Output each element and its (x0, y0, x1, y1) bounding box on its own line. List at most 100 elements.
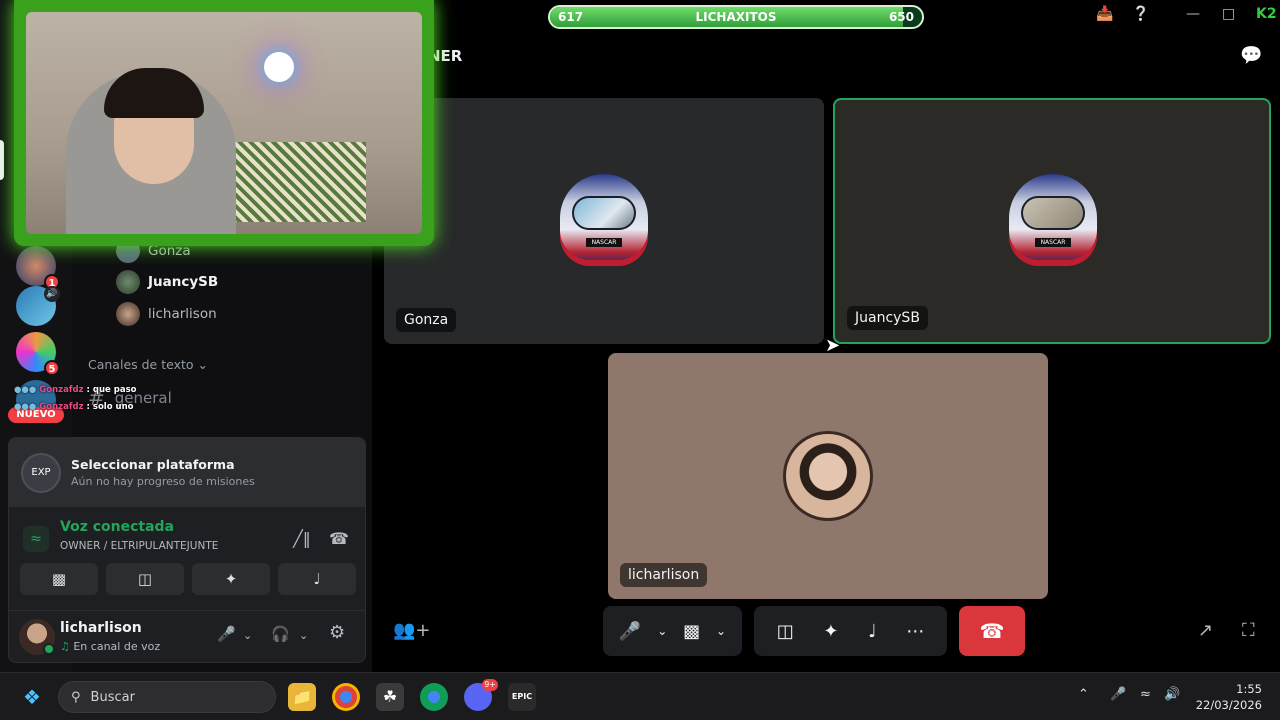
chrome-icon[interactable] (332, 683, 360, 711)
text-channels-category[interactable]: Canales de texto ⌄ (88, 357, 208, 372)
chevron-down-icon[interactable]: ⌄ (657, 624, 667, 638)
tile-name-label: JuancySB (847, 306, 928, 330)
activities-icon[interactable]: ✦ (823, 621, 838, 642)
game-app-icon[interactable]: ☘ (376, 683, 404, 711)
popout-icon[interactable]: ↗ (1198, 620, 1213, 641)
screen-share-icon[interactable]: ◫ (777, 621, 794, 642)
voice-user[interactable]: JuancySB (116, 268, 218, 296)
chat-overlay-line: ●●● Gonzafdz : solo uno (14, 402, 133, 412)
user-panel: EXP Seleccionar plataforma Aún no hay pr… (8, 437, 366, 663)
discord-badge: 9+ (482, 679, 498, 691)
more-icon[interactable]: ⋯ (906, 621, 924, 642)
emote-icon: ●●● (14, 402, 37, 412)
voice-user-name: licharlison (148, 306, 217, 322)
voice-user[interactable]: licharlison (116, 300, 217, 328)
soundboard-icon: ♩ (313, 570, 321, 588)
search-icon: ⚲ (71, 689, 81, 705)
server-icon-1[interactable]: 1 (16, 246, 60, 290)
epic-games-icon[interactable]: EPIC (508, 683, 536, 711)
mic-camera-controls: 🎤 ⌄ ▩ ⌄ (603, 606, 742, 656)
discord-icon[interactable]: 9+ (464, 679, 498, 711)
camera-off-icon[interactable]: ▩ (683, 621, 700, 642)
chat-text: : solo uno (86, 402, 134, 412)
video-tile-juancysb[interactable]: NASCAR JuancySB (833, 98, 1271, 344)
tile-name-label: Gonza (396, 308, 457, 332)
time: 1:55 (1236, 682, 1262, 696)
webcam-feed (26, 12, 422, 234)
taskbar-search[interactable]: ⚲ Buscar (58, 681, 276, 713)
minimize-icon[interactable]: — (1186, 6, 1200, 22)
quest-title: Seleccionar plataforma (71, 457, 235, 472)
disconnect-icon[interactable]: ☎ (326, 526, 352, 552)
soundboard-icon[interactable]: ♩ (868, 621, 877, 642)
webcam-overlay (14, 0, 434, 246)
chevron-down-icon: ⌄ (197, 357, 209, 372)
file-explorer-icon[interactable]: 📁 (288, 683, 316, 711)
avatar (116, 270, 140, 294)
table (226, 142, 366, 222)
server-badge: 5 (44, 360, 60, 376)
avatar: NASCAR (560, 174, 648, 266)
user-bar: licharlison ♫ En canal de voz 🎤 ⌄ 🎧 ⌄ ⚙ (9, 610, 365, 662)
gear-icon[interactable]: ⚙ (329, 622, 345, 643)
voice-actions: ▩ ◫ ✦ ♩ (20, 563, 356, 595)
invite-icon[interactable]: 👥+ (393, 620, 431, 641)
screen-share-icon: ◫ (137, 570, 153, 588)
noise-suppression-icon[interactable]: ╱‖ (289, 526, 315, 552)
voice-status[interactable]: Voz conectada (60, 519, 174, 535)
discord-window: 1 🔊 5 NUEVO Gonza JuancySB licharlison C… (0, 0, 1280, 720)
help-icon[interactable]: ❔ (1132, 6, 1149, 22)
fullscreen-icon[interactable]: ⛶ (1242, 620, 1255, 641)
chrome-profile-icon[interactable] (420, 683, 448, 711)
xp-icon: EXP (21, 452, 61, 493)
voice-connection: ≈ Voz conectada OWNER / ELTRIPULANTEJUNT… (9, 516, 365, 560)
video-tile-gonza[interactable]: NASCAR Gonza (384, 98, 824, 344)
signal-icon[interactable]: ≈ (23, 526, 49, 552)
avatar (116, 302, 140, 326)
xp-bar: 617 LICHAXITOS 650 (548, 5, 924, 29)
chevron-down-icon[interactable]: ⌄ (299, 629, 308, 642)
mic-tray-icon[interactable]: 🎤 (1110, 687, 1126, 702)
hangup-icon: ☎ (979, 619, 1005, 643)
mouse-cursor: ➤ (825, 335, 841, 356)
activity-controls: ◫ ✦ ♩ ⋯ (754, 606, 947, 656)
video-tile-licharlison[interactable]: licharlison (608, 353, 1048, 599)
inbox-icon[interactable]: 📥 (1096, 6, 1113, 22)
tile-name-label: licharlison (620, 563, 708, 587)
speaker-icon: 🔊 (44, 286, 60, 302)
voice-icon: ♫ (60, 640, 74, 653)
activities-button[interactable]: ✦ (192, 563, 270, 595)
avatar (783, 431, 873, 521)
volume-icon[interactable]: 🔊 (1164, 687, 1180, 702)
camera-off-icon: ▩ (51, 570, 67, 588)
selected-server-pill (0, 140, 4, 180)
chat-text: : que paso (86, 385, 137, 395)
chevron-down-icon[interactable]: ⌄ (716, 624, 726, 638)
soundboard-button[interactable]: ♩ (278, 563, 356, 595)
camera-off-button[interactable]: ▩ (20, 563, 98, 595)
xp-right-value: 650 (888, 10, 914, 24)
maximize-icon[interactable]: □ (1222, 6, 1235, 22)
headphones-icon[interactable]: 🎧 (271, 625, 290, 643)
mic-icon[interactable]: 🎤 (619, 621, 641, 642)
clock[interactable]: 1:55 22/03/2026 (1196, 681, 1262, 713)
hangup-button[interactable]: ☎ (959, 606, 1025, 656)
date: 22/03/2026 (1195, 698, 1262, 712)
emote-icon: ●●● (14, 385, 37, 395)
chat-icon[interactable]: 💬 (1240, 45, 1264, 69)
voice-channel[interactable]: OWNER / ELTRIPULANTEJUNTE (60, 540, 218, 552)
chevron-up-icon[interactable]: ⌃ (1078, 687, 1089, 702)
mic-icon[interactable]: 🎤 (217, 625, 236, 643)
chevron-down-icon[interactable]: ⌄ (243, 629, 252, 642)
chat-user: Gonzafdz (39, 402, 84, 412)
nascar-tag: NASCAR (1035, 238, 1071, 247)
server-icon-2[interactable]: 🔊 (16, 286, 60, 326)
visor (572, 196, 636, 230)
share-screen-button[interactable]: ◫ (106, 563, 184, 595)
quest-banner[interactable]: EXP Seleccionar plataforma Aún no hay pr… (9, 438, 365, 507)
quest-subtitle: Aún no hay progreso de misiones (71, 475, 255, 488)
windows-start-icon[interactable]: ❖ (18, 683, 46, 711)
wifi-icon[interactable]: ≈ (1140, 687, 1151, 702)
server-icon-3[interactable]: 5 (16, 332, 60, 376)
username[interactable]: licharlison (60, 620, 142, 636)
